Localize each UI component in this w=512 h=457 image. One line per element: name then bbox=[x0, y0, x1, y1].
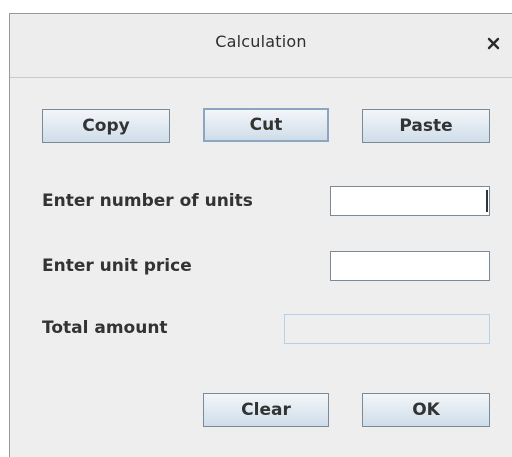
copy-button[interactable]: Copy bbox=[42, 109, 170, 143]
dialog-title: Calculation bbox=[215, 32, 307, 51]
units-label: Enter number of units bbox=[42, 191, 253, 211]
cut-button[interactable]: Cut bbox=[203, 108, 329, 142]
unit-price-input[interactable] bbox=[330, 251, 490, 281]
clear-button[interactable]: Clear bbox=[203, 393, 329, 427]
paste-button[interactable]: Paste bbox=[362, 109, 490, 143]
units-input[interactable] bbox=[330, 186, 490, 216]
title-bar[interactable]: Calculation bbox=[10, 14, 512, 78]
calculation-dialog: Calculation bbox=[9, 13, 512, 457]
close-icon bbox=[487, 37, 500, 50]
text-caret bbox=[486, 190, 488, 212]
total-amount-label: Total amount bbox=[42, 318, 168, 338]
close-button[interactable] bbox=[482, 31, 504, 55]
ok-button[interactable]: OK bbox=[362, 393, 490, 427]
unit-price-label: Enter unit price bbox=[42, 256, 192, 276]
total-amount-field bbox=[284, 314, 490, 344]
